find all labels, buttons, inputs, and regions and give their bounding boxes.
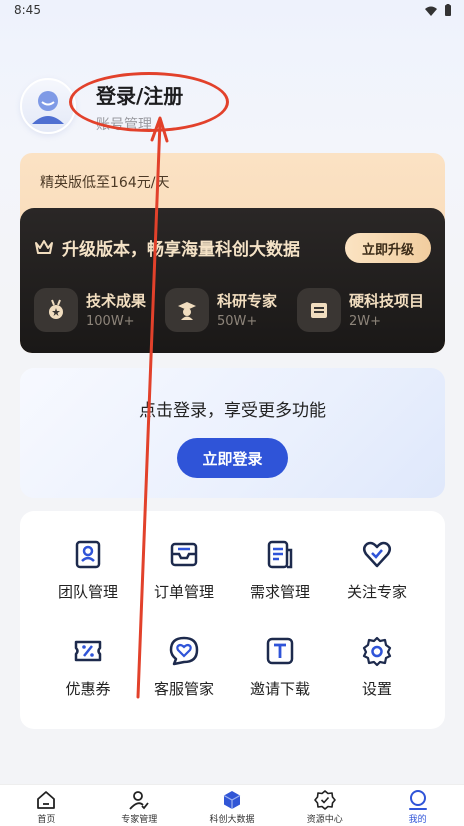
tab-mine[interactable]: 我的	[371, 785, 464, 826]
login-prompt-card: 点击登录，享受更多功能 立即登录	[20, 368, 445, 498]
menu-item-team[interactable]: 团队管理	[40, 538, 136, 608]
annotation-ellipse	[69, 72, 229, 132]
menu-label: 邀请下载	[249, 680, 310, 698]
tab-home[interactable]: 首页	[0, 785, 93, 826]
tab-label: 科创大数据	[209, 815, 255, 825]
resource-icon	[313, 790, 336, 810]
tab-resource-center[interactable]: 资源中心	[278, 785, 371, 826]
battery-icon	[445, 4, 451, 16]
status-bar: 8:45	[0, 0, 464, 22]
tab-label: 资源中心	[306, 815, 343, 825]
status-time: 8:45	[14, 3, 41, 17]
stat-count: 50W+	[217, 314, 258, 329]
menu-item-demand[interactable]: 需求管理	[232, 538, 328, 608]
menu-item-customer-service[interactable]: 客服管家	[136, 635, 232, 705]
wifi-icon	[425, 6, 437, 16]
stat-count: 100W+	[86, 314, 135, 329]
vip-slogan: 升级版本，畅享海量科创大数据	[62, 240, 300, 260]
coupon-icon	[74, 640, 102, 662]
demand-icon	[267, 540, 293, 569]
menu-label: 客服管家	[153, 680, 214, 698]
crown-icon	[35, 240, 53, 254]
stat-label: 科研专家	[217, 292, 278, 310]
menu-item-invite-download[interactable]: 邀请下载	[232, 635, 328, 705]
avatar[interactable]	[20, 78, 76, 134]
service-icon	[169, 636, 199, 666]
heart-icon	[363, 541, 391, 568]
menu-label: 团队管理	[57, 583, 118, 601]
folder-icon	[297, 288, 341, 332]
menu-label: 设置	[361, 680, 392, 698]
menu-label: 订单管理	[153, 583, 214, 601]
user-avatar-icon	[32, 91, 64, 124]
medal-icon	[34, 288, 78, 332]
tab-label: 我的	[408, 815, 427, 825]
expert-icon	[129, 791, 149, 810]
status-icons	[424, 4, 452, 17]
tab-label: 专家管理	[121, 815, 158, 825]
menu-label: 优惠券	[65, 680, 111, 698]
stat-label: 硬科技项目	[349, 292, 425, 310]
team-icon	[75, 540, 101, 569]
vip-price-text: 精英版低至164元/天	[40, 175, 170, 191]
graduate-icon	[165, 288, 209, 332]
login-now-button[interactable]: 立即登录	[177, 438, 288, 478]
function-menu: 团队管理 订单管理 需求管理 关注专家 优惠券 客服管家 邀请下载 设置	[20, 511, 445, 729]
order-icon	[170, 542, 198, 567]
bottom-tab-bar: 首页 专家管理 科创大数据 资源中心 我的	[0, 784, 464, 826]
menu-label: 需求管理	[249, 583, 310, 601]
home-icon	[37, 791, 56, 809]
upgrade-button[interactable]: 立即升级	[345, 233, 431, 263]
menu-item-follow-experts[interactable]: 关注专家	[329, 538, 425, 608]
menu-item-coupon[interactable]: 优惠券	[40, 635, 136, 705]
menu-item-settings[interactable]: 设置	[329, 635, 425, 705]
invite-icon	[266, 637, 294, 665]
stat-count: 2W+	[349, 314, 382, 329]
settings-icon	[362, 636, 392, 667]
cube-icon	[223, 791, 241, 809]
vip-banner: 升级版本，畅享海量科创大数据 立即升级 技术成果 100W+ 科研专家 50W+…	[20, 208, 445, 353]
menu-label: 关注专家	[346, 583, 407, 601]
login-tip: 点击登录，享受更多功能	[139, 401, 326, 421]
profile-icon	[408, 790, 427, 810]
vip-card[interactable]: 精英版低至164元/天 升级版本，畅享海量科创大数据 立即升级 技术成果 100…	[20, 153, 445, 353]
tab-expert-management[interactable]: 专家管理	[93, 785, 186, 826]
tab-big-data[interactable]: 科创大数据	[186, 785, 279, 826]
menu-item-order[interactable]: 订单管理	[136, 538, 232, 608]
stat-label: 技术成果	[86, 292, 147, 310]
tab-label: 首页	[37, 815, 56, 825]
